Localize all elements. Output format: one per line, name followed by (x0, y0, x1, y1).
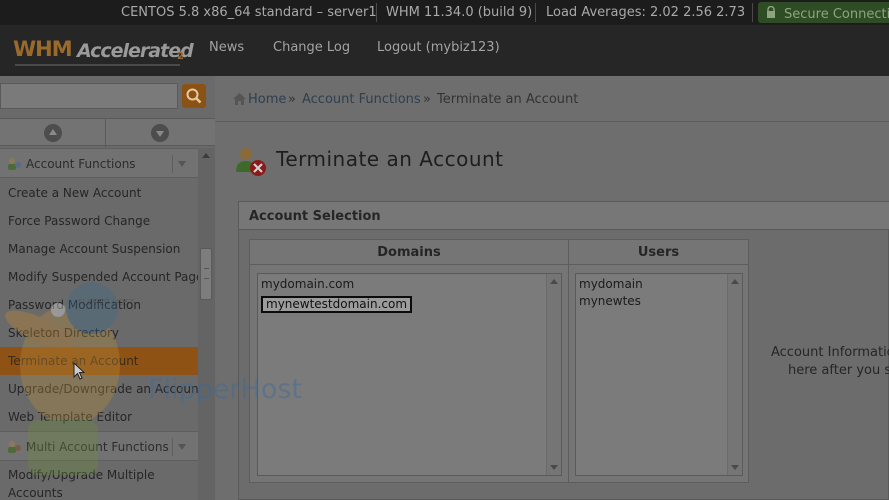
sidebar-item-manage-suspension[interactable]: Manage Account Suspension (0, 235, 198, 263)
scroll-up-arrow-icon[interactable] (202, 153, 210, 158)
home-icon[interactable] (233, 93, 246, 105)
users-scrollbar[interactable] (727, 274, 742, 475)
scroll-down-arrow-icon[interactable] (731, 465, 739, 470)
section-title: Account Functions (26, 157, 136, 171)
sidebar-menu: Account Functions Create a New Account F… (0, 148, 198, 500)
scrollbar-thumb[interactable] (200, 248, 212, 300)
scroll-up-icon[interactable] (44, 124, 62, 142)
domains-listbox[interactable]: mydomain.com mynewtestdomain.com (257, 273, 562, 476)
users-listbox[interactable]: mydomain mynewtes (575, 273, 743, 476)
load-averages: Load Averages: 2.02 2.56 2.73 (546, 5, 746, 20)
terminate-account-icon (236, 148, 266, 176)
sidebar-item-force-password-change[interactable]: Force Password Change (0, 207, 198, 235)
nav-news-link[interactable]: News (209, 40, 244, 55)
section-multi-account-functions[interactable]: Multi Account Functions (0, 431, 198, 461)
sidebar-item-password-modification[interactable]: Password Modification (0, 291, 198, 319)
sidebar-item-upgrade-downgrade[interactable]: Upgrade/Downgrade an Account (0, 375, 198, 403)
sidebar-search-input[interactable] (0, 83, 178, 109)
logo-accelerated-text: Accelerated (77, 40, 194, 62)
status-divider (752, 3, 753, 22)
section-title: Multi Account Functions (26, 440, 169, 454)
scroll-down-icon[interactable] (151, 124, 169, 142)
header: WHM Accelerated 2 News Change Log Logout… (0, 25, 889, 76)
account-functions-icon (8, 158, 21, 170)
breadcrumb-separator: » (288, 92, 296, 107)
chevron-down-icon[interactable] (172, 438, 190, 456)
nav-logout-link[interactable]: Logout (mybiz123) (377, 40, 500, 55)
arrow-divider (105, 119, 106, 147)
sidebar-scrollbar[interactable] (198, 148, 215, 500)
info-line: Account Informatio (771, 345, 889, 360)
server-info: CENTOS 5.8 x86_64 standard – server1 (121, 5, 377, 20)
status-divider (376, 3, 377, 22)
breadcrumb-account-functions-link[interactable]: Account Functions (302, 92, 421, 107)
breadcrumb: Home » Account Functions » Terminate an … (215, 76, 889, 122)
list-item[interactable]: mynewtes (579, 294, 641, 308)
logo-whm-text: WHM (13, 37, 73, 61)
multi-account-icon (8, 441, 21, 453)
sidebar-scroll-arrows (0, 118, 215, 147)
sidebar-item-modify-upgrade-multiple[interactable]: Modify/Upgrade Multiple (0, 462, 198, 482)
sidebar-item-create-account[interactable]: Create a New Account (0, 179, 198, 207)
lock-icon (767, 6, 775, 18)
chevron-down-icon[interactable] (172, 155, 190, 173)
search-button[interactable] (182, 84, 206, 108)
scroll-down-arrow-icon[interactable] (550, 465, 558, 470)
panel-title: Account Selection (249, 209, 381, 224)
section-account-functions[interactable]: Account Functions (0, 148, 198, 178)
page-title: Terminate an Account (276, 147, 504, 171)
sidebar-item-skeleton-directory[interactable]: Skeleton Directory (0, 319, 198, 347)
secure-connection-label: Secure Connection (784, 7, 889, 22)
logo-version-text: 2 (177, 51, 184, 62)
main-content: Home » Account Functions » Terminate an … (215, 76, 889, 500)
mouse-cursor-icon (73, 362, 86, 380)
users-column: Users mydomain mynewtes (568, 239, 749, 483)
logo-underline (15, 64, 180, 66)
nav-change-log-link[interactable]: Change Log (273, 40, 350, 55)
list-item[interactable]: mydomain (579, 277, 643, 291)
whm-logo[interactable]: WHM Accelerated 2 (13, 35, 194, 71)
panel-header: Account Selection (239, 202, 889, 230)
breadcrumb-home-link[interactable]: Home (248, 92, 286, 107)
breadcrumb-current: Terminate an Account (437, 92, 579, 107)
domains-header: Domains (250, 240, 568, 265)
sidebar-item-modify-suspended-page[interactable]: Modify Suspended Account Page (0, 263, 198, 291)
users-header: Users (569, 240, 748, 265)
list-item-selected[interactable]: mynewtestdomain.com (261, 296, 413, 313)
sidebar-item-terminate-account[interactable]: Terminate an Account (0, 347, 198, 375)
list-item[interactable]: mydomain.com (261, 277, 354, 291)
domains-scrollbar[interactable] (546, 274, 561, 475)
sidebar: Account Functions Create a New Account F… (0, 76, 215, 500)
secure-connection-badge: Secure Connection (758, 2, 889, 23)
account-selection-panel: Account Selection Domains mydomain.com m… (238, 201, 889, 500)
scroll-up-arrow-icon[interactable] (550, 279, 558, 284)
sidebar-item-modify-upgrade-multiple-cont[interactable]: Accounts (0, 480, 198, 500)
scroll-up-arrow-icon[interactable] (731, 279, 739, 284)
info-line: here after you s (788, 363, 889, 378)
status-bar: CENTOS 5.8 x86_64 standard – server1 WHM… (0, 0, 889, 25)
search-icon (186, 88, 202, 104)
sidebar-item-web-template-editor[interactable]: Web Template Editor (0, 403, 198, 431)
account-info-text: Account Informatio here after you s (771, 344, 889, 380)
status-divider (535, 3, 536, 22)
whm-version: WHM 11.34.0 (build 9) (386, 5, 533, 20)
domains-column: Domains mydomain.com mynewtestdomain.com (249, 239, 569, 483)
breadcrumb-separator: » (423, 92, 431, 107)
